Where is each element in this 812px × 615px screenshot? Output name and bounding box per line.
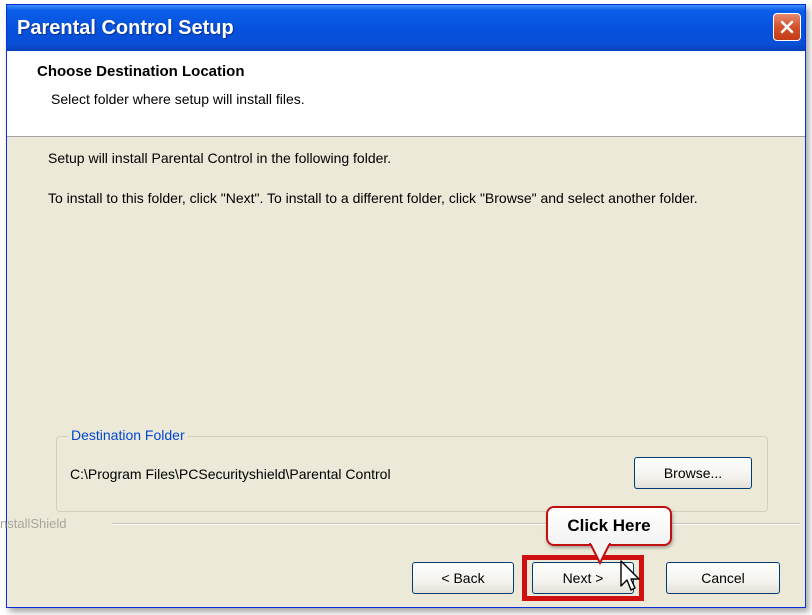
title-bar[interactable]: Parental Control Setup [7,5,805,51]
footer-divider-right [670,523,800,525]
install-instructions-text: To install to this folder, click "Next".… [48,190,698,206]
click-here-callout: Click Here [546,506,672,546]
wizard-header: Choose Destination Location Select folde… [7,51,805,137]
destination-path: C:\Program Files\PCSecurityshield\Parent… [70,466,391,482]
browse-button[interactable]: Browse... [634,457,752,489]
callout-tail-icon [588,543,612,565]
callout-text: Click Here [567,516,651,535]
mouse-pointer-icon [620,560,640,591]
setup-window: Parental Control Setup Choose Destinatio… [6,4,806,608]
close-icon [780,20,794,34]
back-button[interactable]: < Back [412,562,514,594]
install-info-text: Setup will install Parental Control in t… [48,150,392,166]
cancel-button[interactable]: Cancel [666,562,780,594]
footer-divider [112,523,546,525]
close-button[interactable] [773,13,801,41]
installshield-label: nstallShield [0,516,67,531]
page-subtitle: Select folder where setup will install f… [51,91,305,107]
destination-folder-legend: Destination Folder [68,427,188,443]
page-title: Choose Destination Location [37,63,245,80]
window-title: Parental Control Setup [17,17,234,39]
